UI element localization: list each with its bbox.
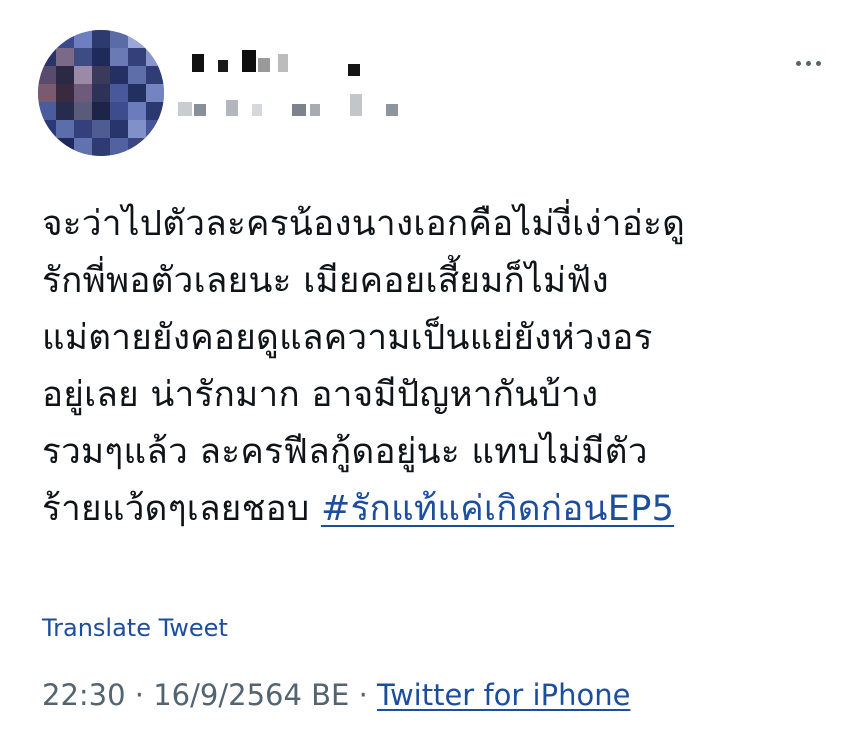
more-horizontal-icon — [795, 60, 801, 66]
avatar-pixel — [74, 120, 92, 138]
avatar-pixel — [110, 84, 128, 102]
avatar-pixel — [110, 138, 128, 156]
more-options-button[interactable] — [788, 48, 828, 78]
avatar-pixel — [92, 102, 110, 120]
avatar-pixel — [74, 30, 92, 48]
avatar-pixel — [74, 48, 92, 66]
avatar-pixel — [38, 48, 56, 66]
tweet-text-line: อยู่เลย น่ารักมาก อาจมีปัญหากันบ้าง — [42, 375, 599, 415]
tweet-meta: 22:30 · 16/9/2564 BE · Twitter for iPhon… — [42, 678, 630, 712]
avatar-pixel — [128, 84, 146, 102]
avatar-pixel — [74, 84, 92, 102]
hashtag-link[interactable]: #รักแท้แค่เกิดก่อนEP5 — [321, 489, 674, 529]
tweet-text-line: รวมๆแล้ว ละครฟีลกู้ดอยู่นะ แทบไม่มีตัว — [42, 432, 648, 472]
avatar-pixel — [56, 48, 74, 66]
avatar-pixel — [146, 84, 164, 102]
avatar-pixel — [128, 102, 146, 120]
author-name-block[interactable] — [178, 50, 418, 130]
tweet-card: จะว่าไปตัวละครน้องนางเอกคือไม่งี่เง่าอ่ะ… — [0, 0, 862, 734]
avatar-pixel — [74, 138, 92, 156]
avatar-pixel — [146, 138, 164, 156]
avatar-pixel — [92, 48, 110, 66]
avatar-pixel — [92, 84, 110, 102]
tweet-text-line: จะว่าไปตัวละครน้องนางเอกคือไม่งี่เง่าอ่ะ… — [42, 204, 686, 244]
avatar[interactable] — [38, 30, 164, 156]
avatar-pixelated-image — [38, 30, 164, 156]
avatar-pixel — [38, 30, 56, 48]
avatar-pixel — [110, 30, 128, 48]
tweet-text-last-line: ร้ายแว้ดๆเลยชอบ #รักแท้แค่เกิดก่อนEP5 — [42, 481, 842, 538]
avatar-pixel — [110, 48, 128, 66]
avatar-pixel — [146, 66, 164, 84]
avatar-pixel — [56, 84, 74, 102]
avatar-pixel — [74, 102, 92, 120]
avatar-pixel — [38, 66, 56, 84]
avatar-pixel — [128, 30, 146, 48]
tweet-text: จะว่าไปตัวละครน้องนางเอกคือไม่งี่เง่าอ่ะ… — [42, 196, 842, 538]
avatar-pixel — [128, 48, 146, 66]
avatar-pixel — [92, 30, 110, 48]
tweet-text-line: แม่ตายยังคอยดูแลความเป็นแย่ยังห่วงอร — [42, 318, 653, 358]
avatar-pixel — [56, 66, 74, 84]
avatar-pixel — [146, 48, 164, 66]
avatar-pixel — [92, 66, 110, 84]
translate-tweet-link[interactable]: Translate Tweet — [42, 614, 228, 642]
blurred-handle — [178, 94, 418, 120]
tweet-time[interactable]: 22:30 — [42, 678, 126, 712]
avatar-pixel — [38, 102, 56, 120]
avatar-pixel — [128, 138, 146, 156]
avatar-pixel — [128, 66, 146, 84]
tweet-source-link[interactable]: Twitter for iPhone — [377, 678, 630, 712]
avatar-pixel — [56, 120, 74, 138]
avatar-pixel — [56, 102, 74, 120]
avatar-pixel — [56, 30, 74, 48]
meta-separator: · — [358, 678, 368, 712]
avatar-pixel — [92, 138, 110, 156]
avatar-pixel — [56, 138, 74, 156]
avatar-pixel — [128, 120, 146, 138]
meta-separator: · — [134, 678, 145, 712]
avatar-pixel — [92, 120, 110, 138]
blurred-display-name — [192, 50, 292, 78]
avatar-pixel — [38, 120, 56, 138]
avatar-pixel — [74, 66, 92, 84]
avatar-pixel — [110, 102, 128, 120]
avatar-pixel — [38, 138, 56, 156]
avatar-pixel — [110, 66, 128, 84]
avatar-pixel — [146, 30, 164, 48]
avatar-pixel — [38, 84, 56, 102]
tweet-text-line: รักพี่พอตัวเลยนะ เมียคอยเสี้ยมก็ไม่ฟัง — [42, 261, 609, 301]
avatar-pixel — [146, 102, 164, 120]
avatar-pixel — [110, 120, 128, 138]
tweet-text-segment: ร้ายแว้ดๆเลยชอบ — [42, 489, 321, 529]
tweet-date[interactable]: 16/9/2564 BE — [153, 678, 349, 712]
avatar-pixel — [146, 120, 164, 138]
